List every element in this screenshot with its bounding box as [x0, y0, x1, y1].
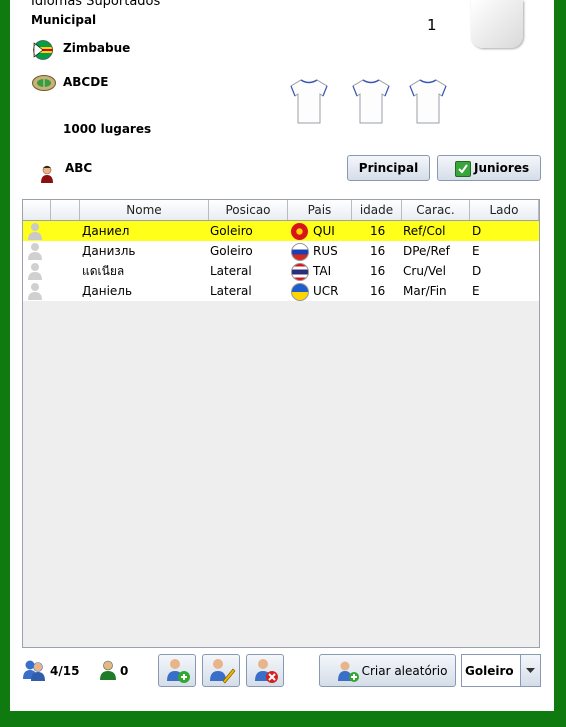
table-row[interactable]: Даниел Goleiro QUI 16 Ref/Col D	[23, 221, 539, 241]
thailand-flag-icon	[291, 263, 309, 281]
country-name: Zimbabue	[63, 41, 131, 55]
table-row[interactable]: Даніель Lateral UCR 16 Mar/Fin E	[23, 281, 539, 301]
team-panel: Idiomas Suportados Municipal 1 Zimbabue …	[10, 0, 554, 711]
cell-carac: DPe/Ref	[403, 244, 450, 258]
shirt-icon[interactable]	[289, 78, 329, 124]
juniores-label: Juniores	[474, 161, 530, 175]
position-select-value: Goleiro	[465, 664, 514, 678]
kyrgyzstan-flag-icon	[291, 223, 308, 240]
players-count-icon	[22, 659, 46, 681]
stadium-icon	[32, 74, 56, 91]
cell-posicao: Goleiro	[210, 244, 253, 258]
column-header-lado[interactable]: Lado	[470, 200, 539, 220]
shirt-icon[interactable]	[408, 78, 448, 124]
stadium-name: ABCDE	[63, 75, 109, 89]
page-title: Idiomas Suportados	[31, 0, 161, 9]
players-table[interactable]: Nome Posicao Pais idade Carac. Lado Дани…	[22, 199, 540, 648]
person-icon	[99, 660, 117, 680]
zimbabwe-flag-icon	[33, 40, 53, 60]
principal-button[interactable]: Principal	[347, 155, 430, 181]
cell-idade: 16	[370, 244, 386, 258]
column-header-pais[interactable]: Pais	[288, 200, 352, 220]
cell-nome: แดเนียล	[82, 264, 125, 278]
cell-lado: E	[472, 284, 480, 298]
create-random-label: Criar aleatório	[361, 663, 448, 678]
add-user-icon	[167, 659, 190, 683]
remove-player-button[interactable]	[246, 654, 284, 687]
column-header-carac[interactable]: Carac.	[402, 200, 470, 220]
cell-idade: 16	[370, 264, 386, 278]
column-header-posicao[interactable]: Posicao	[209, 200, 288, 220]
player-icon	[25, 242, 45, 260]
add-user-icon	[335, 659, 361, 683]
extra-count: 0	[120, 664, 129, 678]
juniores-toggle-button[interactable]: Juniores	[437, 155, 541, 181]
chevron-down-icon[interactable]	[520, 655, 540, 686]
table-row[interactable]: แดเนียล Lateral TAI 16 Cru/Vel D	[23, 261, 539, 281]
cell-nome: Даніель	[82, 284, 133, 298]
team-badge[interactable]	[471, 0, 523, 48]
cell-lado: D	[472, 264, 482, 278]
edit-player-button[interactable]	[202, 654, 240, 687]
column-header-nome[interactable]: Nome	[80, 200, 209, 220]
cell-posicao: Goleiro	[210, 224, 253, 238]
create-random-button[interactable]: Criar aleatório	[319, 654, 456, 687]
coach-name: ABC	[65, 161, 93, 175]
players-count: 4/15	[50, 664, 80, 678]
edit-user-icon	[210, 659, 236, 684]
cell-pais: UCR	[313, 284, 339, 298]
column-header[interactable]	[51, 200, 80, 220]
coach-icon	[39, 165, 55, 183]
table-header: Nome Posicao Pais idade Carac. Lado	[23, 200, 539, 221]
cell-nome: Даниел	[82, 224, 130, 238]
cell-pais: TAI	[313, 264, 332, 278]
cell-lado: D	[472, 224, 482, 238]
cell-idade: 16	[370, 224, 386, 238]
table-row[interactable]: Данизль Goleiro RUS 16 DPe/Ref E	[23, 241, 539, 261]
cell-posicao: Lateral	[210, 284, 252, 298]
cell-carac: Ref/Col	[403, 224, 446, 238]
column-header[interactable]	[23, 200, 51, 220]
cell-posicao: Lateral	[210, 264, 252, 278]
cell-carac: Cru/Vel	[403, 264, 446, 278]
cell-carac: Mar/Fin	[403, 284, 447, 298]
remove-user-icon	[255, 659, 278, 683]
cell-nome: Данизль	[82, 244, 136, 258]
cell-lado: E	[472, 244, 480, 258]
add-player-button[interactable]	[158, 654, 196, 687]
column-header-idade[interactable]: idade	[352, 200, 402, 220]
cell-pais: QUI	[313, 224, 335, 238]
cell-pais: RUS	[313, 244, 338, 258]
player-icon	[25, 282, 45, 300]
stadium-label: Municipal	[31, 13, 97, 27]
check-icon	[455, 161, 471, 177]
shirt-icon[interactable]	[351, 78, 391, 124]
cell-idade: 16	[370, 284, 386, 298]
team-number: 1	[427, 16, 437, 34]
russia-flag-icon	[291, 243, 309, 261]
player-icon	[25, 262, 45, 280]
player-icon	[25, 222, 45, 240]
position-select[interactable]: Goleiro	[461, 654, 541, 687]
stadium-capacity: 1000 lugares	[63, 122, 152, 136]
ukraine-flag-icon	[291, 283, 309, 301]
